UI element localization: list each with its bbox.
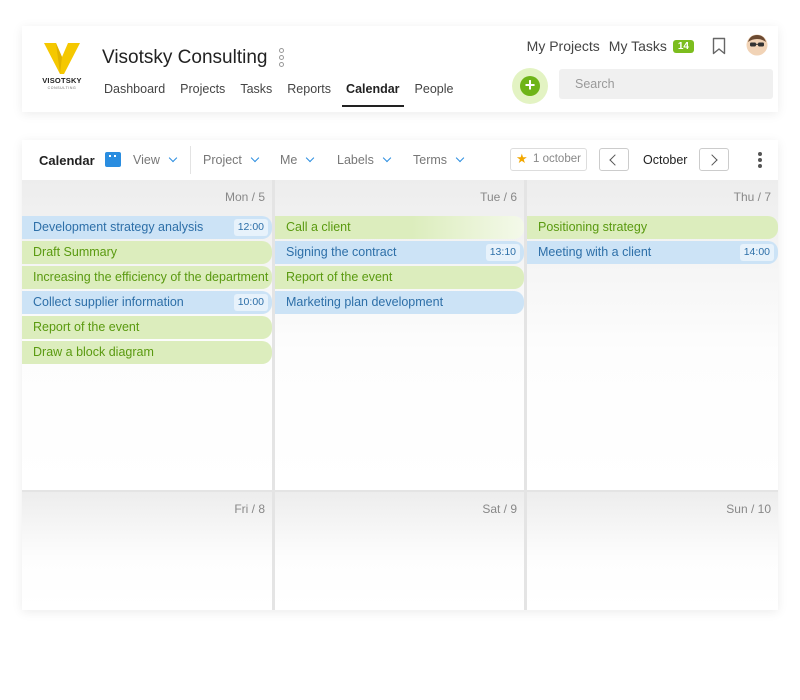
top-links: My Projects My Tasks 14 [518, 38, 694, 54]
event-title: Meeting with a client [538, 245, 652, 259]
nav-dashboard[interactable]: Dashboard [104, 82, 165, 106]
event-title: Positioning strategy [538, 220, 648, 234]
day-cell-thu[interactable]: Thu / 7 Positioning strategy Meeting with… [527, 180, 778, 490]
event-title: Report of the event [33, 320, 140, 334]
filter-labels[interactable]: Labels [337, 153, 392, 167]
event-title: Marketing plan development [286, 295, 444, 309]
chevron-down-icon [168, 153, 178, 163]
prev-month-button[interactable] [599, 148, 629, 171]
filter-view[interactable]: View [133, 153, 178, 167]
tasks-count-badge: 14 [672, 40, 694, 53]
day-events: Call a client Signing the contract 13:10 Re… [275, 216, 524, 316]
calendar-title: Calendar [39, 153, 95, 168]
nav-people[interactable]: People [415, 82, 454, 106]
filter-view-label: View [133, 153, 160, 167]
calendar-panel: Calendar View Project Me Labels Terms ★ 1… [22, 140, 778, 610]
chevron-down-icon [455, 153, 465, 163]
nav-reports[interactable]: Reports [287, 82, 331, 106]
my-tasks-label: My Tasks [608, 38, 667, 54]
event-item[interactable]: Draw a block diagram [22, 341, 272, 364]
event-item[interactable]: Development strategy analysis 12:00 [22, 216, 272, 239]
logo-text: VISOTSKY [42, 76, 82, 85]
event-title: Increasing the efficiency of the departm… [33, 270, 269, 284]
event-title: Draft Summary [33, 245, 118, 259]
chevron-right-icon [706, 154, 718, 166]
calendar-grid: Mon / 5 Development strategy analysis 12:… [22, 180, 778, 610]
event-item[interactable]: Increasing the efficiency of the departm… [22, 266, 272, 289]
calendar-icon[interactable] [105, 152, 121, 167]
bookmark-icon[interactable] [712, 37, 726, 55]
nav-projects[interactable]: Projects [180, 82, 225, 106]
more-options-icon[interactable] [758, 152, 762, 170]
event-item[interactable]: Collect supplier information 10:00 [22, 291, 272, 314]
day-label: Tue / 6 [480, 190, 517, 204]
filter-me-label: Me [280, 153, 298, 167]
event-item[interactable]: Signing the contract 13:10 [275, 241, 524, 264]
current-month: October [643, 153, 688, 167]
event-title: Development strategy analysis [33, 220, 204, 234]
event-item[interactable]: Marketing plan development [275, 291, 524, 314]
day-label: Thu / 7 [733, 190, 771, 204]
day-events: Positioning strategy Meeting with a clien… [527, 216, 778, 266]
day-cell-sun[interactable]: Sun / 10 [527, 492, 778, 610]
chevron-down-icon [306, 153, 315, 163]
calendar-toolbar: Calendar View Project Me Labels Terms ★ 1… [22, 140, 778, 180]
chevron-down-icon [250, 153, 260, 163]
event-time: 14:00 [739, 244, 774, 261]
avatar[interactable] [746, 34, 768, 56]
company-logo[interactable]: VISOTSKY CONSULTING [36, 40, 88, 100]
day-label: Mon / 5 [224, 190, 265, 204]
favorite-date-button[interactable]: ★ 1 october [510, 148, 587, 171]
my-projects-link[interactable]: My Projects [527, 38, 600, 54]
app-header: VISOTSKY CONSULTING Visotsky Consulting … [22, 26, 778, 112]
event-title: Draw a block diagram [33, 345, 154, 359]
filter-me[interactable]: Me [280, 153, 315, 167]
day-label: Sun / 10 [726, 502, 771, 516]
toolbar-divider [190, 146, 191, 174]
search-input[interactable] [559, 69, 773, 99]
day-cell-mon[interactable]: Mon / 5 Development strategy analysis 12:… [22, 180, 272, 490]
event-item[interactable]: Report of the event [275, 266, 524, 289]
chevron-down-icon [382, 153, 392, 163]
event-item[interactable]: Draft Summary [22, 241, 272, 264]
event-title: Call a client [286, 220, 351, 234]
day-label: Sat / 9 [482, 502, 517, 516]
add-button[interactable]: + [512, 68, 548, 104]
company-name[interactable]: Visotsky Consulting [102, 47, 267, 69]
filter-labels-label: Labels [337, 153, 374, 167]
day-label: Fri / 8 [234, 502, 265, 516]
filter-terms-label: Terms [413, 153, 448, 167]
event-time: 10:00 [233, 294, 268, 311]
logo-v-icon [44, 43, 80, 74]
plus-icon: + [520, 76, 540, 96]
event-item[interactable]: Positioning strategy [527, 216, 778, 239]
event-title: Report of the event [286, 270, 393, 284]
event-title: Signing the contract [286, 245, 397, 259]
day-events: Development strategy analysis 12:00 Draft … [22, 216, 272, 366]
day-cell-sat[interactable]: Sat / 9 [275, 492, 524, 610]
filter-project[interactable]: Project [203, 153, 260, 167]
chevron-left-icon [609, 154, 621, 166]
logo-subtext: CONSULTING [47, 86, 77, 90]
next-month-button[interactable] [699, 148, 729, 171]
event-item[interactable]: Call a client [275, 216, 524, 239]
nav-calendar[interactable]: Calendar [342, 82, 404, 107]
favorite-date-label: 1 october [533, 153, 581, 165]
star-icon: ★ [516, 151, 528, 166]
my-tasks-link[interactable]: My Tasks 14 [609, 38, 694, 54]
event-time: 13:10 [485, 244, 520, 261]
nav-tasks[interactable]: Tasks [240, 82, 272, 106]
event-item[interactable]: Report of the event [22, 316, 272, 339]
main-nav: Dashboard Projects Tasks Reports Calenda… [104, 82, 468, 107]
more-vertical-icon[interactable] [277, 48, 285, 70]
event-time: 12:00 [233, 219, 268, 236]
day-cell-tue[interactable]: Tue / 6 Call a client Signing the contrac… [275, 180, 524, 490]
event-title: Collect supplier information [33, 295, 184, 309]
day-cell-fri[interactable]: Fri / 8 [22, 492, 272, 610]
filter-terms[interactable]: Terms [413, 153, 465, 167]
filter-project-label: Project [203, 153, 242, 167]
event-item[interactable]: Meeting with a client 14:00 [527, 241, 778, 264]
